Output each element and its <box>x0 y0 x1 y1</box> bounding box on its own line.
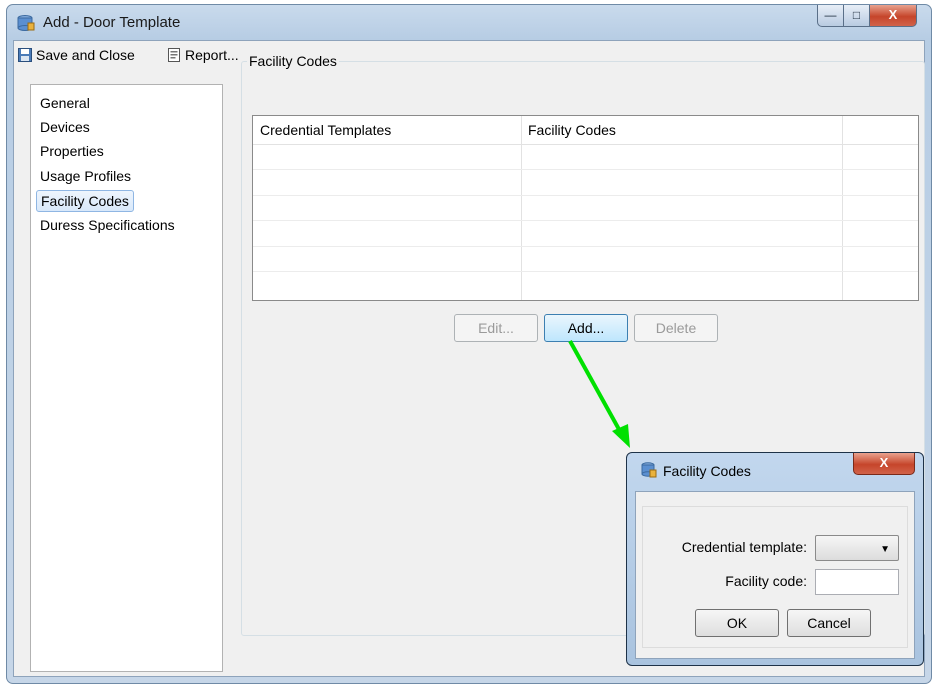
report-label: Report... <box>185 47 239 63</box>
table-row <box>253 169 918 170</box>
column-divider <box>842 116 843 300</box>
dialog-client-area: Credential template: ▼ Facility code: OK… <box>635 491 915 659</box>
dialog-title: Facility Codes <box>663 463 751 479</box>
facility-codes-dialog: Facility Codes X Credential template: ▼ … <box>626 452 924 666</box>
save-and-close-button[interactable]: Save and Close <box>18 46 135 64</box>
report-icon <box>168 48 180 62</box>
edit-button[interactable]: Edit... <box>454 314 538 342</box>
nav-item-duress-specifications[interactable]: Duress Specifications <box>36 214 179 236</box>
nav-item-devices[interactable]: Devices <box>36 116 94 138</box>
nav-item-properties[interactable]: Properties <box>36 140 108 162</box>
table-row <box>253 195 918 196</box>
credential-template-dropdown[interactable]: ▼ <box>815 535 899 561</box>
section-title: Facility Codes <box>247 53 339 69</box>
column-divider <box>521 116 522 300</box>
save-icon <box>18 48 32 62</box>
table-header: Credential Templates Facility Codes <box>253 116 918 145</box>
dialog-close-button[interactable]: X <box>853 453 915 475</box>
window-title: Add - Door Template <box>43 14 181 31</box>
table-row <box>253 220 918 221</box>
delete-button[interactable]: Delete <box>634 314 718 342</box>
save-and-close-label: Save and Close <box>36 47 135 63</box>
close-button[interactable]: X <box>869 5 917 27</box>
minimize-button[interactable]: — <box>817 5 844 27</box>
nav-item-facility-codes[interactable]: Facility Codes <box>36 190 134 212</box>
ok-button[interactable]: OK <box>695 609 779 637</box>
nav-item-general[interactable]: General <box>36 92 94 114</box>
cancel-button[interactable]: Cancel <box>787 609 871 637</box>
table-row <box>253 271 918 272</box>
title-bar[interactable]: Add - Door Template — □ X <box>7 5 931 39</box>
column-header-facility-codes[interactable]: Facility Codes <box>528 122 616 138</box>
column-header-credential-templates[interactable]: Credential Templates <box>260 122 391 138</box>
credential-template-label: Credential template: <box>681 539 807 555</box>
navigation-pane: General Devices Properties Usage Profile… <box>30 84 223 672</box>
facility-code-label: Facility code: <box>725 573 807 589</box>
database-icon <box>17 15 35 31</box>
dropdown-arrow-icon: ▼ <box>880 544 890 555</box>
dialog-content-panel: Credential template: ▼ Facility code: OK… <box>642 506 908 648</box>
database-icon <box>641 462 657 478</box>
add-button[interactable]: Add... <box>544 314 628 342</box>
report-button[interactable]: Report... <box>167 46 239 64</box>
table-row <box>253 246 918 247</box>
maximize-button[interactable]: □ <box>843 5 870 27</box>
facility-codes-table[interactable]: Credential Templates Facility Codes <box>252 115 919 301</box>
facility-code-field[interactable] <box>815 569 899 595</box>
nav-item-usage-profiles[interactable]: Usage Profiles <box>36 165 135 187</box>
